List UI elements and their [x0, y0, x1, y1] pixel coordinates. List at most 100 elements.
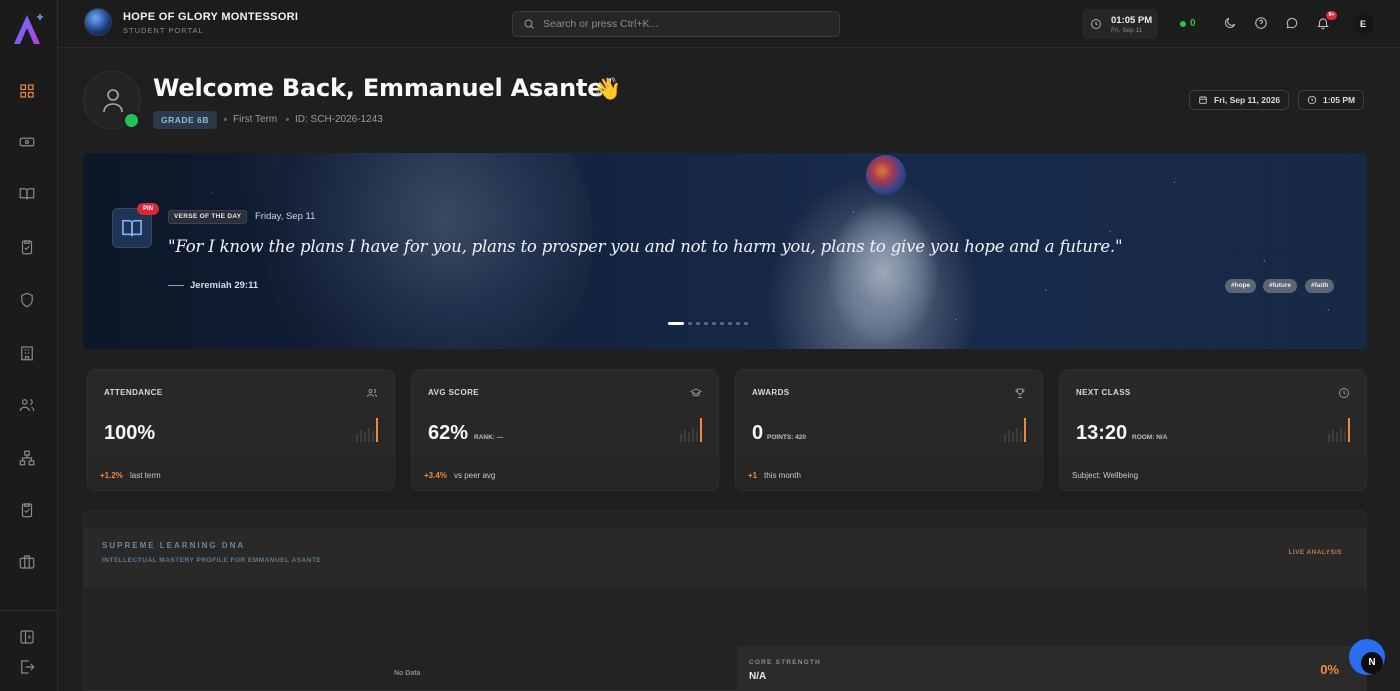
no-data-label: No Data	[394, 670, 421, 677]
shield-icon[interactable]	[16, 289, 38, 311]
open-book-icon	[122, 219, 142, 237]
verse-text: "For I know the plans I have for you, pl…	[168, 237, 1123, 256]
card-title: NEXT CLASS	[1076, 388, 1131, 397]
core-strength-title: CORE STRENGTH	[749, 659, 821, 666]
verse-reference: Jeremiah 29:11	[190, 280, 259, 291]
awards-card[interactable]: AWARDS 0 POINTS: 420 +1 this month	[735, 369, 1043, 491]
book-icon[interactable]	[16, 183, 38, 205]
time-pill: 1:05 PM	[1298, 90, 1365, 110]
hashtag-faith[interactable]: #faith	[1305, 279, 1335, 293]
carousel-dot[interactable]	[688, 322, 692, 325]
live-analysis-label[interactable]: LIVE ANALYSIS	[1289, 549, 1342, 556]
mini-bar-chart	[1004, 416, 1026, 442]
wave-emoji: 👋	[594, 76, 622, 101]
verse-banner[interactable]: PIN VERSE OF THE DAY Friday, Sep 11 "For…	[83, 153, 1367, 349]
building-icon[interactable]	[16, 342, 38, 364]
card-sub: POINTS: 420	[767, 434, 807, 441]
card-title: AWARDS	[752, 388, 790, 397]
card-delta-label: vs peer avg	[454, 471, 496, 480]
card-title: AVG SCORE	[428, 388, 480, 397]
card-delta: +3.4%	[424, 471, 447, 480]
online-status-indicator	[122, 111, 141, 130]
student-id: ID: SCH-2026-1243	[295, 114, 383, 125]
clock-icon	[1307, 95, 1317, 105]
people-icon[interactable]	[16, 394, 38, 416]
users-icon	[366, 386, 378, 398]
clock-time: 01:05 PM	[1111, 15, 1153, 26]
search-input[interactable]	[543, 18, 823, 30]
clock-icon	[1091, 19, 1101, 29]
dna-title: SUPREME LEARNING DNA	[102, 541, 246, 550]
chat-icon[interactable]	[1285, 16, 1299, 30]
app-root: HOPE OF GLORY MONTESSORI STUDENT PORTAL …	[0, 0, 1400, 691]
hierarchy-icon[interactable]	[16, 447, 38, 469]
date-pill: Fri, Sep 11, 2026	[1189, 90, 1290, 110]
attendance-card[interactable]: ATTENDANCE 100% +1.2% last term	[87, 369, 395, 491]
sidebar	[0, 0, 58, 691]
carousel-dot[interactable]	[696, 322, 700, 325]
search-icon	[524, 19, 534, 29]
carousel-dot[interactable]	[704, 322, 708, 325]
calendar-icon	[1199, 96, 1207, 104]
carousel-dot[interactable]	[744, 322, 748, 325]
card-value: 100%	[104, 422, 156, 444]
collapse-sidebar-icon[interactable]	[16, 626, 38, 648]
clock-widget[interactable]: 01:05 PM Fri, Sep 11	[1082, 9, 1158, 39]
date-text: Fri, Sep 11, 2026	[1214, 95, 1281, 105]
verse-date: Friday, Sep 11	[255, 211, 316, 222]
carousel-dot[interactable]	[668, 322, 684, 325]
school-logo[interactable]	[84, 8, 112, 36]
help-icon[interactable]	[1254, 16, 1268, 30]
sidebar-divider	[0, 610, 58, 611]
learning-dna-panel: SUPREME LEARNING DNA INTELLECTUAL MASTER…	[83, 510, 1367, 691]
next-class-card[interactable]: NEXT CLASS 13:20 ROOM: N/A Subject: Well…	[1059, 369, 1367, 491]
dna-subtitle: INTELLECTUAL MASTERY PROFILE FOR EMMANUE…	[102, 557, 322, 564]
hashtag-hope[interactable]: #hope	[1225, 279, 1257, 293]
avg-score-card[interactable]: AVG SCORE 62% RANK: — +3.4% vs peer avg	[411, 369, 719, 491]
topbar: HOPE OF GLORY MONTESSORI STUDENT PORTAL …	[58, 0, 1400, 48]
pin-badge[interactable]: PIN	[137, 203, 159, 215]
core-strength-percent: 0%	[1320, 662, 1339, 677]
mini-bar-chart	[680, 416, 702, 442]
app-logo[interactable]	[10, 10, 48, 48]
graduation-cap-icon	[689, 386, 703, 398]
core-strength-value: N/A	[749, 671, 767, 682]
card-value: 13:20	[1076, 422, 1128, 444]
clock-date: Fri, Sep 11	[1111, 27, 1143, 34]
payments-icon[interactable]	[16, 131, 38, 153]
hashtag-future[interactable]: #future	[1263, 279, 1298, 293]
theme-toggle-icon[interactable]	[1223, 16, 1237, 30]
user-avatar[interactable]: E	[1352, 13, 1374, 35]
grade-badge: GRADE 6B	[153, 111, 217, 129]
clipboard-icon[interactable]	[16, 236, 38, 258]
card-delta-label: last term	[130, 471, 161, 480]
carousel-dot[interactable]	[728, 322, 732, 325]
verse-of-the-day-tag: VERSE OF THE DAY	[168, 210, 248, 224]
online-status-dot	[1180, 21, 1186, 27]
welcome-heading: Welcome Back, Emmanuel Asante!	[153, 74, 615, 102]
carousel-dot[interactable]	[712, 322, 716, 325]
trophy-icon	[1014, 386, 1026, 398]
term-label: First Term	[233, 114, 278, 125]
meta-separator	[286, 118, 289, 121]
card-delta: +1.2%	[100, 471, 123, 480]
card-header	[736, 370, 1042, 457]
notification-badge: 9+	[1326, 11, 1337, 20]
logout-icon[interactable]	[16, 656, 38, 678]
card-sub: ROOM: N/A	[1132, 434, 1168, 441]
online-count: 0	[1190, 18, 1196, 29]
checklist-icon[interactable]	[16, 499, 38, 521]
fab-label[interactable]: N	[1361, 652, 1383, 674]
core-strength-box: CORE STRENGTH N/A 0%	[737, 646, 1367, 691]
clock-icon	[1338, 386, 1350, 398]
user-icon	[103, 89, 123, 113]
card-footer-subject: Subject: Wellbeing	[1072, 471, 1139, 480]
briefcase-icon[interactable]	[16, 551, 38, 573]
meta-separator	[224, 118, 227, 121]
dashboard-icon[interactable]	[16, 80, 38, 102]
mini-bar-chart	[356, 416, 378, 442]
search-bar[interactable]	[512, 11, 840, 37]
carousel-dot[interactable]	[736, 322, 740, 325]
card-sub: RANK: —	[474, 434, 504, 441]
carousel-dot[interactable]	[720, 322, 724, 325]
